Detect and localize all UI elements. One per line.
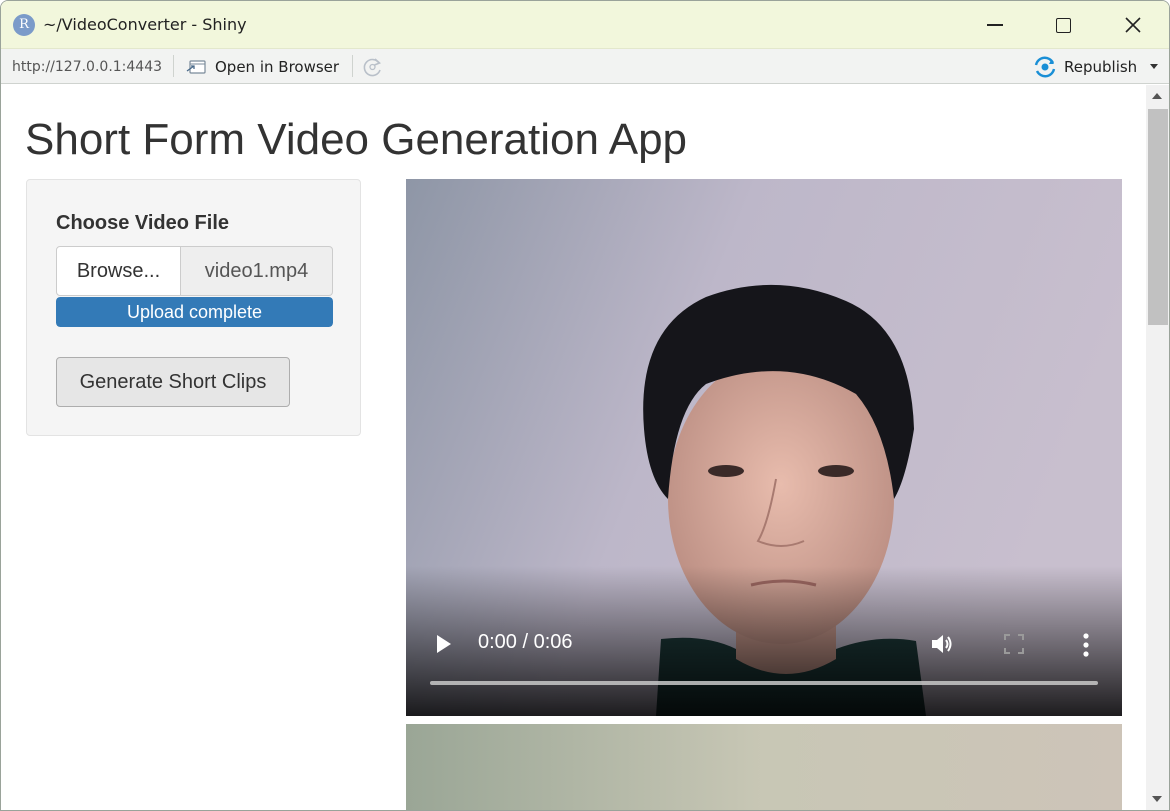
shiny-app-page: Short Form Video Generation App Choose V… (3, 85, 1145, 810)
video-frame-2 (406, 724, 1122, 810)
close-button[interactable] (1101, 1, 1165, 49)
fullscreen-icon[interactable] (1003, 633, 1025, 655)
more-options-icon[interactable] (1082, 632, 1090, 658)
maximize-button[interactable] (1031, 1, 1095, 49)
volume-icon[interactable] (929, 631, 955, 657)
republish-button[interactable]: Republish (1032, 55, 1137, 79)
republish-label: Republish (1064, 58, 1138, 76)
generate-short-clips-button[interactable]: Generate Short Clips (56, 357, 290, 407)
scroll-down-arrow-icon[interactable] (1152, 796, 1162, 802)
upload-progress-bar: Upload complete (56, 297, 333, 327)
refresh-icon[interactable] (361, 56, 385, 78)
scrollbar-thumb[interactable] (1148, 109, 1168, 325)
close-icon (1125, 17, 1141, 33)
play-icon[interactable] (434, 632, 454, 656)
file-input-group: Browse... video1.mp4 (56, 246, 333, 296)
window-title: ~/VideoConverter - Shiny (43, 15, 247, 34)
minimize-icon (987, 24, 1003, 26)
sidebar-panel: Choose Video File Browse... video1.mp4 U… (26, 179, 361, 436)
selected-file-name: video1.mp4 (181, 246, 333, 296)
vertical-scrollbar[interactable] (1146, 85, 1169, 810)
r-logo-icon: R (13, 14, 35, 36)
viewer-toolbar: http://127.0.0.1:4443 Open in Browser Re… (1, 49, 1169, 84)
video-time-display: 0:00 / 0:06 (478, 631, 573, 653)
title-bar[interactable]: R ~/VideoConverter - Shiny (1, 1, 1169, 49)
file-input-label: Choose Video File (56, 212, 229, 234)
open-in-browser-button[interactable]: Open in Browser (185, 55, 339, 79)
video-player-2[interactable] (406, 724, 1122, 810)
republish-dropdown-icon[interactable] (1150, 64, 1158, 69)
video-player[interactable]: 0:00 / 0:06 (406, 179, 1122, 716)
page-title: Short Form Video Generation App (25, 115, 688, 164)
toolbar-divider (352, 55, 353, 77)
maximize-icon (1055, 17, 1071, 33)
minimize-button[interactable] (963, 1, 1027, 49)
url-display: http://127.0.0.1:4443 (12, 59, 163, 75)
app-window: R ~/VideoConverter - Shiny http://127.0.… (0, 0, 1170, 811)
browse-button[interactable]: Browse... (56, 246, 181, 296)
upload-progress-fill: Upload complete (56, 297, 333, 327)
open-in-browser-icon (186, 60, 206, 74)
republish-icon (1034, 56, 1056, 78)
open-in-browser-label: Open in Browser (215, 58, 340, 76)
toolbar-divider (173, 55, 174, 77)
scroll-up-arrow-icon[interactable] (1152, 93, 1162, 99)
video-seek-bar[interactable] (430, 681, 1098, 685)
